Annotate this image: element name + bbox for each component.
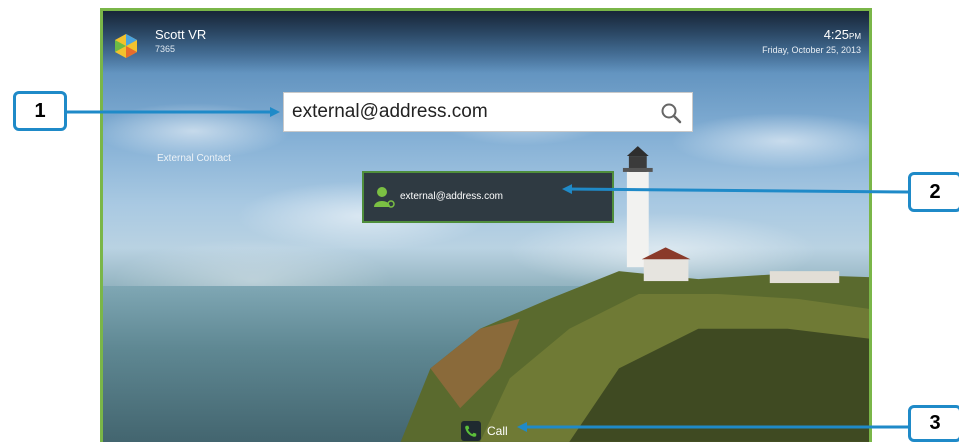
- clock-time: 4:25: [823, 27, 849, 42]
- clock-suffix: PM: [849, 32, 861, 41]
- user-extension: 7365: [155, 44, 176, 54]
- date-display: Friday, October 25, 2013: [762, 45, 861, 55]
- callout-1: 1: [13, 91, 67, 131]
- status-bar: [103, 11, 869, 73]
- search-icon[interactable]: [660, 102, 682, 124]
- phone-icon: [461, 421, 481, 441]
- callout-3: 3: [908, 405, 959, 442]
- clock: 4:25PM: [824, 27, 861, 42]
- user-name: Scott VR: [155, 27, 207, 42]
- lighthouse-cliff-scene: [400, 146, 869, 442]
- search-input[interactable]: external@address.com: [283, 92, 693, 132]
- device-screen: Scott VR 7365 4:25PM Friday, October 25,…: [100, 8, 872, 442]
- search-input-value: external@address.com: [292, 101, 488, 122]
- callout-2: 2: [908, 172, 959, 212]
- contact-icon: [374, 187, 395, 208]
- call-button-label: Call: [487, 424, 508, 438]
- search-result-label: external@address.com: [400, 191, 503, 202]
- search-result-item[interactable]: external@address.com: [362, 171, 614, 223]
- call-button[interactable]: Call: [461, 420, 508, 442]
- app-logo-icon: [115, 34, 137, 58]
- section-label-external-contact: External Contact: [157, 153, 231, 164]
